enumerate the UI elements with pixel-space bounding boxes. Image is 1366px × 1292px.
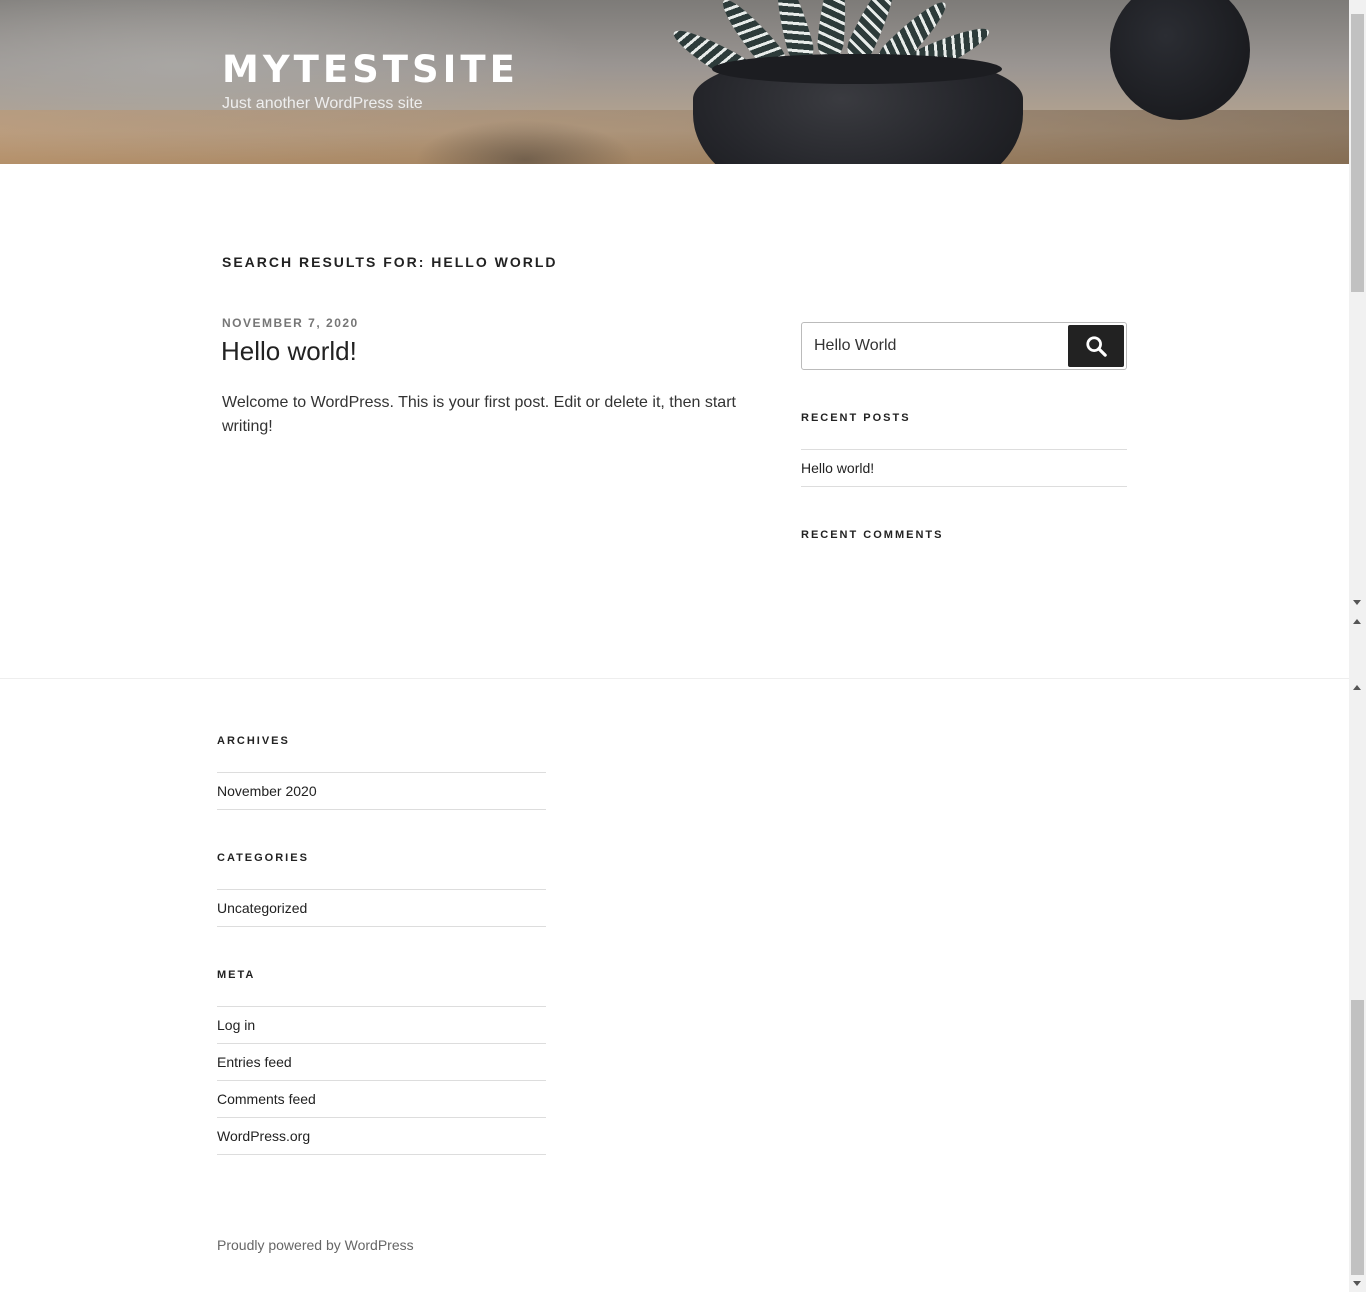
scroll-down-arrow-icon[interactable] — [1353, 600, 1361, 605]
header-plant-pot-rim — [712, 54, 1002, 84]
post-date[interactable]: NOVEMBER 7, 2020 — [222, 316, 359, 330]
header-table-surface — [0, 110, 1349, 164]
list-item: WordPress.org — [217, 1117, 546, 1155]
archive-link-november-2020[interactable]: November 2020 — [217, 783, 317, 799]
page-title: SEARCH RESULTS FOR: HELLO WORLD — [222, 254, 558, 270]
scrollbar-thumb[interactable] — [1351, 1000, 1364, 1275]
site-header: MYTESTSITE Just another WordPress site — [0, 0, 1349, 164]
recent-post-link[interactable]: Hello world! — [801, 460, 874, 476]
scroll-down-arrow-icon[interactable] — [1353, 1281, 1361, 1286]
categories-title: CATEGORIES — [217, 852, 309, 864]
category-link-uncategorized[interactable]: Uncategorized — [217, 900, 307, 916]
meta-link-wordpress-org[interactable]: WordPress.org — [217, 1128, 310, 1144]
list-item: Log in — [217, 1006, 546, 1043]
categories-list: Uncategorized — [217, 889, 546, 927]
header-blurred-object — [415, 120, 635, 164]
powered-by-link[interactable]: Proudly powered by WordPress — [217, 1237, 414, 1253]
list-item: Comments feed — [217, 1080, 546, 1117]
archives-list: November 2020 — [217, 772, 546, 810]
recent-comments-title: RECENT COMMENTS — [801, 529, 944, 541]
meta-list: Log in Entries feed Comments feed WordPr… — [217, 1006, 546, 1155]
scrollbar[interactable] — [1349, 0, 1366, 1292]
meta-link-log-in[interactable]: Log in — [217, 1017, 255, 1033]
recent-posts-list: Hello world! — [801, 449, 1127, 487]
scroll-up-arrow-icon[interactable] — [1353, 619, 1361, 624]
search-button[interactable] — [1068, 325, 1124, 367]
header-plant-pot-right — [1110, 0, 1250, 120]
post-excerpt: Welcome to WordPress. This is your first… — [222, 394, 736, 435]
list-item: Hello world! — [801, 449, 1127, 487]
recent-posts-title: RECENT POSTS — [801, 412, 911, 424]
meta-title: META — [217, 969, 256, 981]
list-item: Entries feed — [217, 1043, 546, 1080]
post-title[interactable]: Hello world! — [221, 333, 357, 369]
search-input[interactable] — [802, 323, 1076, 369]
meta-link-comments-feed[interactable]: Comments feed — [217, 1091, 316, 1107]
meta-link-entries-feed[interactable]: Entries feed — [217, 1054, 292, 1070]
scroll-up-arrow-icon[interactable] — [1353, 685, 1361, 690]
scrollbar-thumb[interactable] — [1351, 14, 1364, 292]
search-icon — [1086, 336, 1107, 357]
search-form — [801, 322, 1127, 370]
list-item: November 2020 — [217, 772, 546, 810]
footer-divider — [0, 678, 1349, 679]
list-item: Uncategorized — [217, 889, 546, 927]
site-description: Just another WordPress site — [222, 95, 423, 112]
archives-title: ARCHIVES — [217, 735, 290, 747]
site-title[interactable]: MYTESTSITE — [222, 46, 519, 94]
